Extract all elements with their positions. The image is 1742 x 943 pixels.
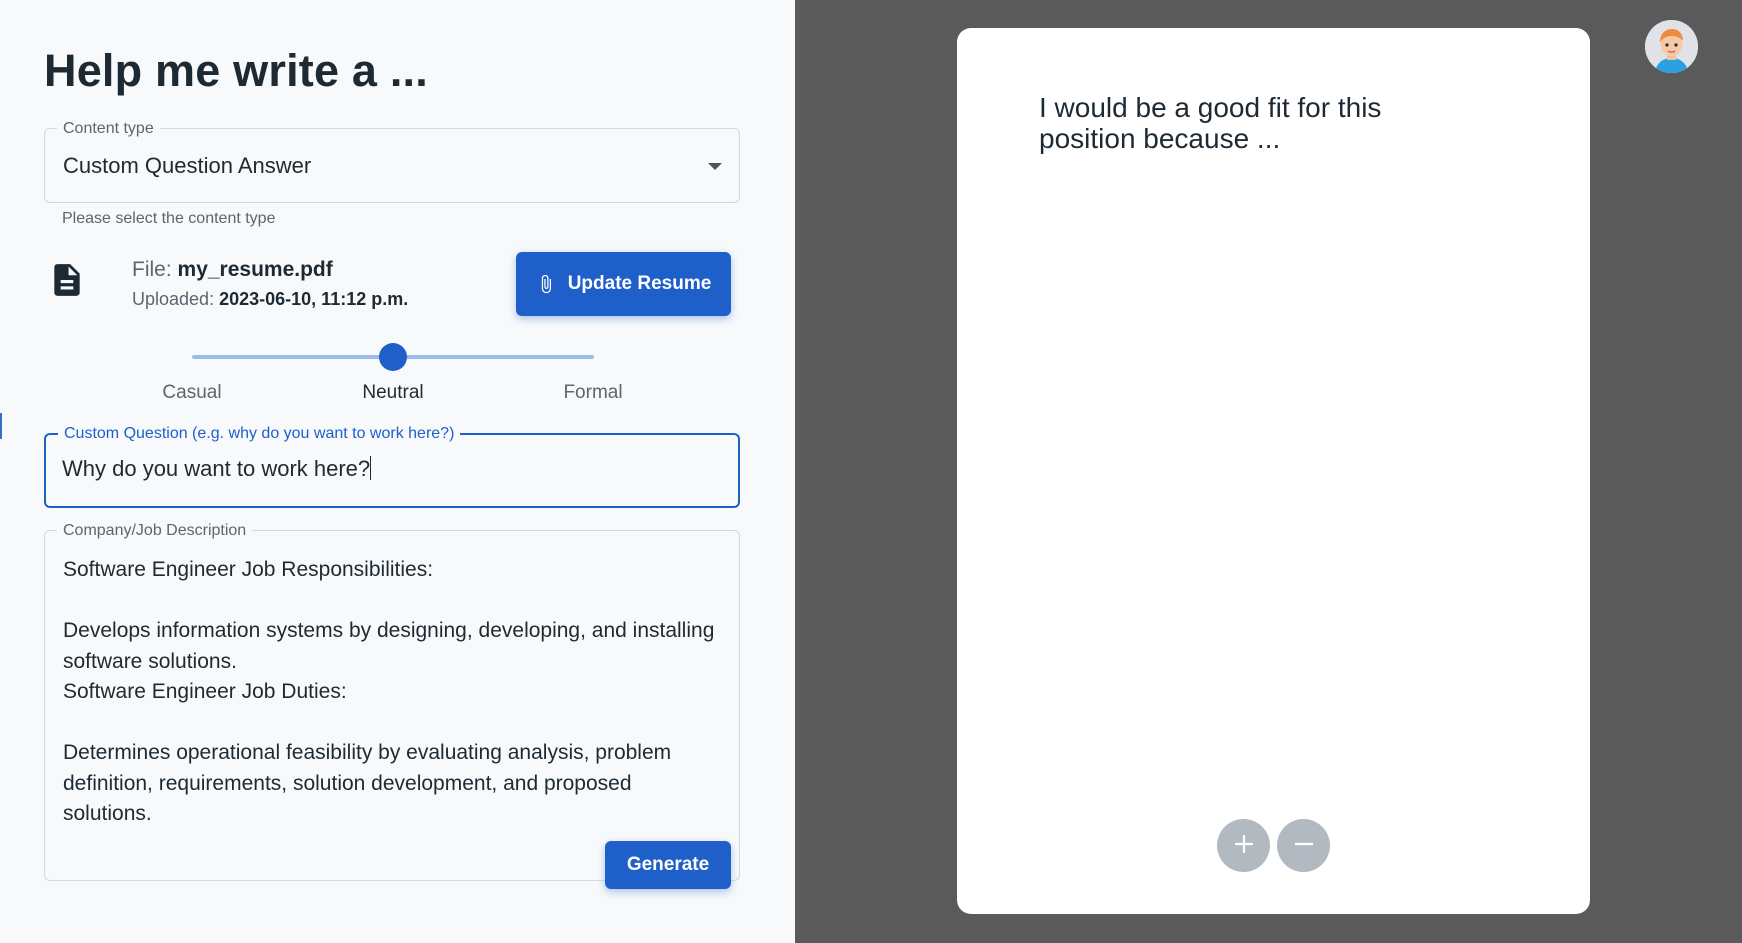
file-name-value: my_resume.pdf xyxy=(177,258,333,281)
custom-question-value: Why do you want to work here? xyxy=(62,456,371,481)
update-resume-button[interactable]: Update Resume xyxy=(516,252,731,316)
tone-mark-neutral[interactable]: Neutral xyxy=(362,382,423,404)
minus-icon xyxy=(1293,833,1315,858)
job-description-field[interactable]: Company/Job Description Software Enginee… xyxy=(44,521,740,881)
file-name: File: my_resume.pdf xyxy=(132,258,333,282)
job-description-label: Company/Job Description xyxy=(57,521,253,541)
text-cursor xyxy=(370,456,372,480)
custom-question-field[interactable]: Custom Question (e.g. why do you want to… xyxy=(44,424,740,508)
zoom-out-button[interactable] xyxy=(1277,819,1330,872)
tone-mark-casual[interactable]: Casual xyxy=(162,382,221,404)
content-type-label: Content type xyxy=(57,119,160,139)
preview-card: I would be a good fit for this position … xyxy=(957,28,1590,914)
focus-indicator xyxy=(0,413,2,439)
file-name-key: File: xyxy=(132,258,172,281)
upload-date-value: 2023-06-10, 11:12 p.m. xyxy=(219,289,409,309)
upload-date-key: Uploaded: xyxy=(132,289,215,309)
tone-mark-formal[interactable]: Formal xyxy=(563,382,622,404)
custom-question-input[interactable]: Why do you want to work here? xyxy=(62,456,702,482)
job-description-textarea[interactable]: Software Engineer Job Responsibilities: … xyxy=(63,555,723,830)
plus-icon xyxy=(1233,833,1255,858)
tone-slider-thumb[interactable] xyxy=(379,343,407,371)
preview-text: I would be a good fit for this position … xyxy=(1039,92,1382,154)
paperclip-icon xyxy=(536,272,556,296)
content-type-value[interactable]: Custom Question Answer xyxy=(63,153,311,179)
page-title: Help me write a ... xyxy=(44,45,428,96)
generate-button[interactable]: Generate xyxy=(605,841,731,889)
upload-date: Uploaded: 2023-06-10, 11:12 p.m. xyxy=(132,289,408,310)
custom-question-label: Custom Question (e.g. why do you want to… xyxy=(58,424,461,444)
zoom-in-button[interactable] xyxy=(1217,819,1270,872)
content-type-helper: Please select the content type xyxy=(62,210,276,227)
content-type-select[interactable]: Content type Custom Question Answer xyxy=(44,119,740,203)
editor-panel: Help me write a ... Content type Custom … xyxy=(0,0,795,943)
update-resume-label: Update Resume xyxy=(567,273,712,294)
user-avatar[interactable] xyxy=(1645,20,1698,73)
dropdown-caret-icon[interactable] xyxy=(708,163,722,170)
file-document-icon xyxy=(48,260,86,300)
